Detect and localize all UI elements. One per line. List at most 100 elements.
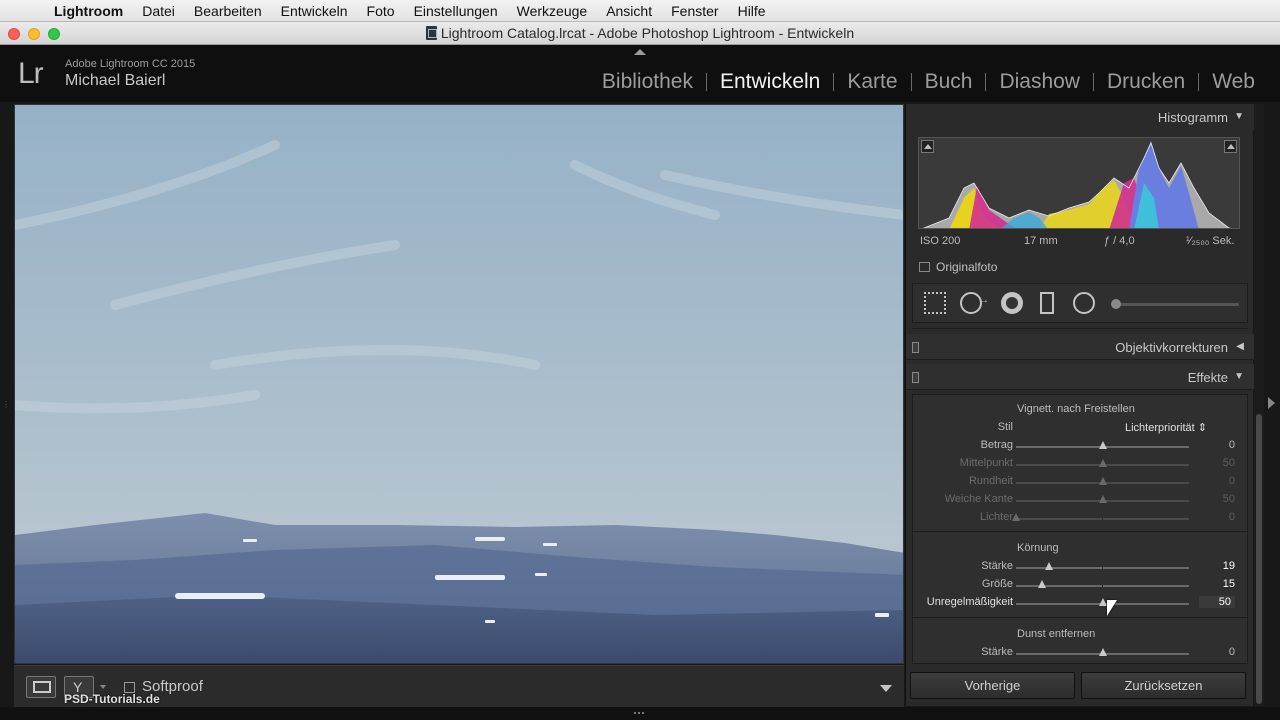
lens-corrections-title: Objektivkorrekturen bbox=[1115, 340, 1228, 355]
shadow-clipping-button[interactable] bbox=[921, 140, 934, 153]
slider-knob[interactable] bbox=[1098, 477, 1107, 485]
slider-track[interactable] bbox=[1012, 513, 1189, 523]
menu-fenster[interactable]: Fenster bbox=[671, 3, 718, 19]
scrollbar-thumb[interactable] bbox=[1256, 414, 1262, 704]
slider-knob[interactable] bbox=[1044, 562, 1053, 570]
slider-value[interactable]: 0 bbox=[1199, 439, 1235, 451]
section-divider bbox=[913, 617, 1247, 618]
menu-hilfe[interactable]: Hilfe bbox=[738, 3, 766, 19]
highlight-clipping-button[interactable] bbox=[1224, 140, 1237, 153]
slider-value[interactable]: 0 bbox=[1199, 646, 1235, 658]
effects-title: Effekte bbox=[1187, 370, 1228, 385]
reset-button[interactable]: Zurücksetzen bbox=[1081, 672, 1246, 699]
slider-label: Betrag bbox=[980, 439, 1013, 451]
slider-track[interactable] bbox=[1016, 562, 1189, 572]
module-diashow[interactable]: Diashow bbox=[986, 70, 1093, 94]
slider-value[interactable]: 0 bbox=[1199, 475, 1235, 487]
module-entwickeln[interactable]: Entwickeln bbox=[707, 70, 833, 94]
slider-track[interactable] bbox=[1016, 477, 1189, 487]
identity-plate: Lr Adobe Lightroom CC 2015 Michael Baier… bbox=[0, 45, 1280, 102]
tool-strip bbox=[912, 283, 1248, 323]
slider-knob[interactable] bbox=[1012, 513, 1020, 521]
slider-label: Weiche Kante bbox=[944, 493, 1013, 505]
module-drucken[interactable]: Drucken bbox=[1094, 70, 1198, 94]
lightroom-logo: Lr bbox=[18, 57, 44, 90]
user-name: Michael Baierl bbox=[65, 72, 166, 89]
menu-bearbeiten[interactable]: Bearbeiten bbox=[194, 3, 262, 19]
menu-datei[interactable]: Datei bbox=[142, 3, 175, 19]
original-photo-checkbox[interactable] bbox=[919, 262, 930, 272]
panel-divider bbox=[912, 328, 1248, 329]
slider-knob[interactable] bbox=[1098, 441, 1107, 449]
select-updown-icon: ⇕ bbox=[1197, 422, 1207, 434]
panel-switch[interactable] bbox=[912, 372, 919, 383]
graduated-filter-icon[interactable] bbox=[1040, 292, 1054, 314]
crop-tool-icon[interactable] bbox=[924, 292, 946, 314]
slider-track[interactable] bbox=[1016, 598, 1189, 608]
slider-knob[interactable] bbox=[1037, 580, 1046, 588]
collapse-top-panel-icon[interactable] bbox=[634, 49, 646, 55]
slider-track[interactable] bbox=[1016, 459, 1189, 469]
right-panel-toggle-icon[interactable] bbox=[1268, 397, 1275, 409]
view-options-chevron-icon[interactable] bbox=[100, 685, 106, 689]
slider-track[interactable] bbox=[1016, 648, 1189, 658]
menu-werkzeuge[interactable]: Werkzeuge bbox=[517, 3, 588, 19]
red-eye-icon[interactable] bbox=[1001, 292, 1023, 314]
module-karte[interactable]: Karte bbox=[834, 70, 910, 94]
slider-value[interactable]: 15 bbox=[1199, 578, 1235, 590]
panel-footer: Vorherige Zurücksetzen bbox=[905, 667, 1253, 707]
original-photo-label: Originalfoto bbox=[936, 260, 998, 274]
menu-app[interactable]: Lightroom bbox=[54, 3, 123, 19]
style-select[interactable]: Lichterpriorität ⇕ bbox=[1125, 421, 1207, 434]
spot-removal-icon[interactable] bbox=[960, 292, 989, 314]
loupe-view-button[interactable] bbox=[26, 676, 56, 698]
slider-value[interactable]: 50 bbox=[1199, 493, 1235, 505]
slider-value[interactable]: 0 bbox=[1199, 511, 1235, 523]
slider-value[interactable]: 19 bbox=[1199, 560, 1235, 572]
slider-center-tick bbox=[1102, 564, 1103, 572]
slider-knob[interactable] bbox=[1111, 299, 1121, 309]
style-label: Stil bbox=[997, 421, 1013, 433]
photo-canvas[interactable] bbox=[14, 104, 904, 664]
slider-track[interactable] bbox=[1016, 495, 1189, 505]
module-bibliothek[interactable]: Bibliothek bbox=[589, 70, 706, 94]
panel-switch[interactable] bbox=[912, 342, 919, 353]
slider-knob[interactable] bbox=[1098, 648, 1107, 656]
menu-bar: Lightroom Datei Bearbeiten Entwickeln Fo… bbox=[0, 0, 1280, 22]
window-title: Lightroom Catalog.lrcat - Adobe Photosho… bbox=[440, 25, 855, 41]
toolbar-content-chevron-icon[interactable] bbox=[880, 685, 892, 692]
previous-button[interactable]: Vorherige bbox=[910, 672, 1075, 699]
histogram[interactable] bbox=[918, 137, 1240, 229]
module-picker: Bibliothek Entwickeln Karte Buch Diashow… bbox=[589, 70, 1268, 94]
dehaze-section-title: Dunst entfernen bbox=[1017, 628, 1096, 640]
slider-value[interactable]: 50 bbox=[1199, 457, 1235, 469]
module-web[interactable]: Web bbox=[1199, 70, 1268, 94]
histogram-header[interactable]: Histogramm ▼ bbox=[906, 104, 1254, 130]
landscape-photo bbox=[15, 105, 903, 663]
filmstrip-toggle-icon[interactable] bbox=[634, 712, 644, 718]
slider-track[interactable] bbox=[1016, 580, 1189, 590]
effects-header[interactable]: Effekte ▼ bbox=[906, 364, 1254, 390]
slider-track[interactable] bbox=[1016, 441, 1189, 451]
right-panel-scrollbar[interactable] bbox=[1254, 104, 1264, 706]
adjustment-brush-slider[interactable] bbox=[1111, 299, 1239, 309]
slider-knob[interactable] bbox=[1098, 459, 1107, 467]
menu-entwickeln[interactable]: Entwickeln bbox=[281, 3, 348, 19]
menu-foto[interactable]: Foto bbox=[367, 3, 395, 19]
menu-einstellungen[interactable]: Einstellungen bbox=[414, 3, 498, 19]
menu-ansicht[interactable]: Ansicht bbox=[606, 3, 652, 19]
slider-value[interactable]: 50 bbox=[1199, 596, 1235, 608]
panel-expand-icon: ▼ bbox=[1234, 111, 1244, 122]
mouse-cursor bbox=[1107, 600, 1117, 616]
left-panel-toggle-icon[interactable]: ⋮ bbox=[2, 400, 10, 409]
develop-toolbar: Y Softproof PSD-Tutorials.de bbox=[14, 665, 904, 707]
slider-label: Rundheit bbox=[968, 475, 1013, 487]
iso-value: ISO 200 bbox=[920, 235, 961, 247]
slider-knob[interactable] bbox=[1098, 598, 1107, 606]
effects-panel: Vignett. nach Freistellen Stil Lichterpr… bbox=[912, 394, 1248, 664]
slider-label: Stärke bbox=[981, 646, 1013, 658]
lens-corrections-header[interactable]: Objektivkorrekturen ◀ bbox=[906, 334, 1254, 360]
slider-knob[interactable] bbox=[1098, 495, 1107, 503]
module-buch[interactable]: Buch bbox=[912, 70, 986, 94]
radial-filter-icon[interactable] bbox=[1073, 292, 1095, 314]
